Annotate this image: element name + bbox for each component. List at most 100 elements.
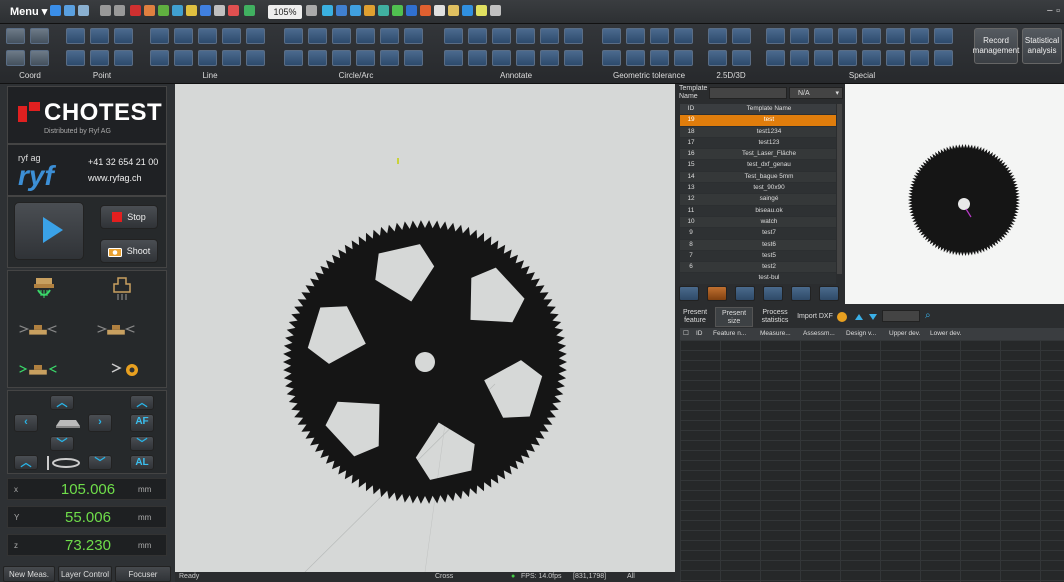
tol-angularity-icon[interactable] (626, 50, 645, 66)
ruler-icon[interactable] (214, 5, 225, 16)
line-offset-icon[interactable] (246, 50, 265, 66)
tol-symmetry-icon[interactable] (674, 50, 693, 66)
line-parallel-icon[interactable] (222, 50, 241, 66)
tab-present-size[interactable]: Present size (715, 307, 753, 327)
grid-icon[interactable] (158, 5, 169, 16)
zoom-dropdown-icon[interactable] (306, 5, 317, 16)
stage-down-button[interactable]: ﹀ (50, 436, 74, 451)
color-icon[interactable] (420, 5, 431, 16)
arrow-down-icon[interactable] (869, 314, 877, 320)
lamp-icon[interactable] (448, 5, 459, 16)
point-edge-icon[interactable] (90, 28, 109, 44)
special-area-icon[interactable] (766, 50, 785, 66)
new-measurement-button[interactable]: New Meas. (3, 566, 55, 582)
annotate-triangle-icon[interactable] (516, 50, 535, 66)
autofocus-button[interactable]: AF (130, 414, 154, 432)
special-probe-icon[interactable] (886, 28, 905, 44)
window-controls[interactable]: − ▫ (1047, 5, 1060, 17)
contrast-icon[interactable] (378, 5, 389, 16)
crosshair-icon[interactable] (322, 5, 333, 16)
annotate-check-icon[interactable] (564, 28, 583, 44)
focus-icon[interactable] (244, 5, 255, 16)
template-scrollbar[interactable] (837, 104, 842, 274)
ring-light-inner-icon[interactable] (96, 316, 136, 342)
special-focus-icon[interactable] (790, 50, 809, 66)
template-row[interactable]: 13 test_90x90 (680, 183, 836, 195)
save-template-icon[interactable] (707, 286, 727, 301)
stage-right-button[interactable]: › (88, 414, 112, 432)
tab-process-statistics[interactable]: Process statistics (755, 307, 795, 327)
focuser-button[interactable]: Focuser (115, 566, 171, 582)
brightness-icon[interactable] (364, 5, 375, 16)
search-icon[interactable]: ⌕ (925, 310, 931, 321)
import-template-icon[interactable] (819, 286, 839, 301)
pan-icon[interactable] (350, 5, 361, 16)
measure-icon[interactable] (144, 5, 155, 16)
annotate-diameter-icon[interactable] (468, 50, 487, 66)
z-up-button[interactable]: ︿ (130, 395, 154, 410)
template-row[interactable]: 12 saingé (680, 194, 836, 206)
annotate-angle-icon[interactable] (468, 28, 487, 44)
undo-icon[interactable] (100, 5, 111, 16)
auto-light-button[interactable]: AL (130, 455, 154, 470)
arc-tangent-icon[interactable] (380, 50, 399, 66)
tol-position-icon[interactable] (602, 50, 621, 66)
point-peak-icon[interactable] (114, 28, 133, 44)
tol-concentricity-icon[interactable] (650, 28, 669, 44)
print-icon[interactable] (78, 5, 89, 16)
special-qr-icon[interactable] (814, 50, 833, 66)
annotate-radius-icon[interactable] (444, 50, 463, 66)
special-cross-icon[interactable] (862, 50, 881, 66)
ring-down-button[interactable]: ﹀ (88, 455, 112, 470)
circle-ring-icon[interactable] (332, 28, 351, 44)
annotate-width-icon[interactable] (492, 28, 511, 44)
zoom-level-field[interactable]: 105% (268, 5, 302, 19)
ring-light-outer-icon[interactable] (18, 316, 58, 342)
special-screen-icon[interactable] (934, 50, 953, 66)
record-management-button[interactable]: Record management (973, 28, 1019, 64)
plane-measure-icon[interactable] (708, 50, 727, 66)
coaxial-light-icon[interactable] (24, 276, 64, 302)
annotate-image-icon[interactable] (564, 50, 583, 66)
stage-up-button[interactable]: ︿ (50, 395, 74, 410)
template-row[interactable]: 15 test_dxf_genau (680, 160, 836, 172)
arc-edge-icon[interactable] (308, 50, 327, 66)
line-fit-icon[interactable] (150, 28, 169, 44)
stop-button[interactable]: Stop (100, 205, 158, 229)
template-row[interactable]: 18 test1234 (680, 126, 836, 138)
z-down-button[interactable]: ﹀ (130, 436, 154, 451)
annotate-pitch-icon[interactable] (540, 28, 559, 44)
annotate-area-icon[interactable] (492, 50, 511, 66)
point-grid-icon[interactable] (114, 50, 133, 66)
point-mid-icon[interactable] (90, 50, 109, 66)
play-button[interactable] (14, 202, 84, 260)
template-row[interactable]: 19 test (680, 115, 836, 127)
line-perp-icon[interactable] (198, 50, 217, 66)
template-row[interactable]: 6 test2 (680, 262, 836, 274)
tol-flatness-icon[interactable] (602, 28, 621, 44)
coord-rotate-icon[interactable] (30, 50, 49, 66)
statistical-analysis-button[interactable]: Statistical analysis (1022, 28, 1062, 64)
light-settings-icon[interactable] (108, 356, 148, 382)
template-row[interactable]: 10 watch (680, 216, 836, 229)
tab-import-dxf[interactable]: Import DXF (797, 307, 833, 327)
tab-present-feature[interactable]: Present feature (677, 307, 713, 327)
stage-left-button[interactable]: ‹ (14, 414, 38, 432)
delete-template-icon[interactable] (735, 286, 755, 301)
ring-up-button[interactable]: ︿ (14, 455, 38, 470)
circle-cone-icon[interactable] (404, 28, 423, 44)
line-diag-icon[interactable] (222, 28, 241, 44)
refresh-template-icon[interactable] (791, 286, 811, 301)
line-bisect-icon[interactable] (174, 50, 193, 66)
template-row[interactable]: 9 test7 (680, 228, 836, 240)
edit-template-icon[interactable] (679, 286, 699, 301)
special-settings-icon[interactable] (934, 28, 953, 44)
gear-settings-icon[interactable] (837, 312, 847, 322)
circle-edge-icon[interactable] (308, 28, 327, 44)
annotate-distance-icon[interactable] (444, 28, 463, 44)
special-frame-icon[interactable] (910, 50, 929, 66)
template-row[interactable]: 17 test123 (680, 137, 836, 150)
tol-roundness-icon[interactable] (626, 28, 645, 44)
camera-icon[interactable] (406, 5, 417, 16)
arc-concentric-icon[interactable] (356, 50, 375, 66)
